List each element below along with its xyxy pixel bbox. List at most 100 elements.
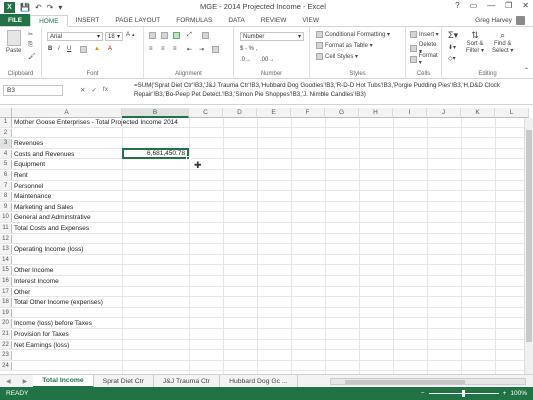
zoom-out-icon[interactable]: − xyxy=(421,390,425,397)
sheet-tab-sprat-diet-ctr[interactable]: Sprat Diet Ctr xyxy=(94,374,154,388)
number-format-buttons[interactable]: $ - % , xyxy=(240,46,257,52)
cut-icon[interactable]: ✂ xyxy=(28,31,33,38)
cell-a[interactable]: Maintenance xyxy=(14,192,51,201)
align-top-icon[interactable] xyxy=(149,32,156,39)
undo-icon[interactable]: ↶ xyxy=(35,3,42,12)
row-header[interactable]: 18 xyxy=(0,298,12,307)
row-header[interactable]: 10 xyxy=(0,213,12,222)
cell-a[interactable]: Net Earnings (loss) xyxy=(14,341,69,350)
font-size-select[interactable]: 18 ▾ xyxy=(105,32,123,41)
row-header[interactable]: 20 xyxy=(0,319,12,328)
find-select-button[interactable]: ⌕ Find & Select ▾ xyxy=(492,30,513,54)
vertical-scroll-thumb[interactable] xyxy=(526,130,532,342)
cell-a[interactable]: Other Income xyxy=(14,266,53,275)
column-header-j[interactable]: J xyxy=(427,108,461,118)
cell-a[interactable]: Mother Goose Enterprises - Total Project… xyxy=(14,118,178,127)
save-icon[interactable]: 💾 xyxy=(20,3,30,12)
cell-a[interactable]: Operating Income (loss) xyxy=(14,245,83,254)
row-header[interactable]: 12 xyxy=(0,234,12,244)
orientation-icon[interactable]: ⤢ xyxy=(187,32,192,39)
row-header[interactable]: 17 xyxy=(0,287,12,297)
row-header[interactable]: 1 xyxy=(0,118,12,127)
row-header[interactable]: 6 xyxy=(0,171,12,180)
cell-a[interactable]: General and Adminstrative xyxy=(14,213,91,222)
tab-data[interactable]: DATA xyxy=(220,14,252,26)
italic-icon[interactable]: I xyxy=(58,46,60,52)
row-header[interactable]: 4 xyxy=(0,149,12,159)
select-all-button[interactable] xyxy=(0,108,12,118)
row-header[interactable]: 3 xyxy=(0,139,12,148)
format-as-table-button[interactable]: Format as Table ▾ xyxy=(316,42,373,49)
fill-icon[interactable]: ⬇▾ xyxy=(448,44,456,51)
fill-color-icon[interactable]: ▲ xyxy=(94,46,100,52)
row-header[interactable]: 2 xyxy=(0,128,12,138)
ribbon-display-button[interactable]: ▭ xyxy=(470,1,478,10)
row-header[interactable]: 19 xyxy=(0,308,12,318)
row-header[interactable]: 23 xyxy=(0,351,12,360)
row-header[interactable]: 5 xyxy=(0,160,12,169)
cell-a[interactable]: Equipment xyxy=(14,160,45,169)
row-header[interactable]: 21 xyxy=(0,330,12,339)
cell-a[interactable]: Revenues xyxy=(14,139,43,148)
font-color-icon[interactable]: A xyxy=(108,46,112,52)
cell-a[interactable]: Rent xyxy=(14,171,28,180)
column-header-b[interactable]: B xyxy=(122,108,189,118)
redo-icon[interactable]: ↷ xyxy=(47,3,54,12)
font-family-select[interactable]: Arial ▾ xyxy=(47,32,103,41)
column-header-e[interactable]: E xyxy=(257,108,291,118)
row-header[interactable]: 15 xyxy=(0,266,12,275)
align-center-icon[interactable]: ≡ xyxy=(161,46,165,52)
scroll-tabs-left-icon[interactable]: ◀ xyxy=(0,378,17,385)
row-header[interactable]: 13 xyxy=(0,245,12,254)
grow-font-icon[interactable]: A ▴ xyxy=(126,32,135,38)
cell-a[interactable]: Personnel xyxy=(14,182,43,191)
column-header-c[interactable]: C xyxy=(189,108,223,118)
decrease-indent-icon[interactable]: ⇤ xyxy=(187,46,192,53)
tab-insert[interactable]: INSERT xyxy=(68,14,108,26)
tab-page-layout[interactable]: PAGE LAYOUT xyxy=(107,14,168,26)
cell-styles-button[interactable]: Cell Styles ▾ xyxy=(316,53,358,60)
sheet-tab-total-income[interactable]: Total Income xyxy=(33,374,94,388)
column-header-l[interactable]: L xyxy=(495,108,529,118)
column-header-d[interactable]: D xyxy=(223,108,257,118)
tab-review[interactable]: REVIEW xyxy=(253,14,295,26)
horizontal-scroll-thumb[interactable] xyxy=(345,380,465,384)
name-box[interactable]: B3 xyxy=(3,85,63,96)
format-painter-icon[interactable]: 🖌 xyxy=(28,53,36,60)
cell-a[interactable]: Interest Income xyxy=(14,277,59,286)
number-format-select[interactable]: Number ▾ xyxy=(240,32,304,41)
clear-icon[interactable]: ◇▾ xyxy=(448,55,456,62)
cell-a[interactable]: Total Other Income (expenses) xyxy=(14,298,103,307)
row-header[interactable]: 24 xyxy=(0,361,12,371)
sheet-tab-jj-trauma-ctr[interactable]: J&J Trauma Ctr xyxy=(154,374,221,388)
paste-button[interactable]: Paste xyxy=(6,30,21,54)
row-header[interactable]: 16 xyxy=(0,277,12,286)
align-middle-icon[interactable] xyxy=(161,32,168,39)
autosum-icon[interactable]: Σ▾ xyxy=(448,30,458,41)
sort-filter-button[interactable]: ⇅ Sort & Filter ▾ xyxy=(466,30,484,54)
zoom-in-icon[interactable]: + xyxy=(503,390,507,397)
customize-qat-icon[interactable]: ▾ xyxy=(58,3,62,12)
close-button[interactable]: ✕ xyxy=(522,1,529,10)
formula-input[interactable]: =SUM('Sprat Diet Ctr'!B3,'J&J Trauma Ctr… xyxy=(134,82,527,99)
align-right-icon[interactable]: ≡ xyxy=(173,46,177,52)
align-bottom-icon[interactable] xyxy=(173,32,180,39)
column-header-i[interactable]: I xyxy=(393,108,427,118)
bold-icon[interactable]: B xyxy=(48,46,52,52)
tab-formulas[interactable]: FORMULAS xyxy=(168,14,220,26)
underline-icon[interactable]: U xyxy=(67,46,71,52)
tab-view[interactable]: VIEW xyxy=(294,14,327,26)
insert-cells-button[interactable]: Insert ▾ xyxy=(410,31,439,38)
zoom-slider-thumb[interactable] xyxy=(461,390,465,397)
cell-a[interactable]: Costs and Revenues xyxy=(14,150,74,159)
column-header-f[interactable]: F xyxy=(291,108,325,118)
vertical-scrollbar[interactable] xyxy=(524,118,533,374)
enter-icon[interactable]: ✓ xyxy=(91,86,96,94)
conditional-formatting-button[interactable]: Conditional Formatting ▾ xyxy=(316,31,390,38)
increase-decimal-icon[interactable]: .0→ xyxy=(240,57,251,63)
row-header[interactable]: 9 xyxy=(0,202,12,212)
cancel-icon[interactable]: ✕ xyxy=(80,86,85,94)
active-cell-b3[interactable]: 6,681,450.78 xyxy=(122,148,190,160)
row-header[interactable]: 14 xyxy=(0,255,12,265)
column-header-g[interactable]: G xyxy=(325,108,359,118)
